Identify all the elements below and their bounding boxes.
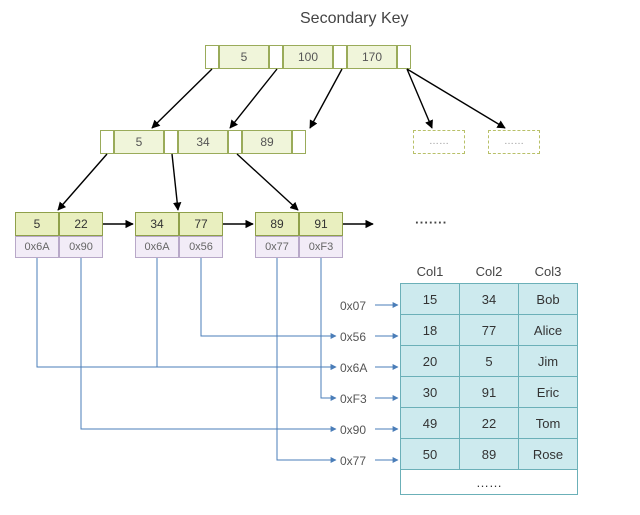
table-header-row: Col1 Col2 Col3 [401, 260, 578, 284]
int-gap [164, 130, 178, 154]
table-cell: 91 [460, 377, 519, 408]
table-cell: 50 [401, 439, 460, 470]
table-cell: 89 [460, 439, 519, 470]
int-gap [100, 130, 114, 154]
tree-leaf-node: 89 91 0x77 0xF3 [255, 212, 343, 258]
addr-label: 0x56 [340, 330, 366, 344]
data-table: Col1 Col2 Col3 15 34 Bob 18 77 Alice 20 … [400, 260, 578, 495]
leaf-key: 89 [255, 212, 299, 236]
root-gap [269, 45, 283, 69]
table-row: 49 22 Tom [401, 408, 578, 439]
table-cell: Bob [519, 284, 578, 315]
addr-label: 0x77 [340, 454, 366, 468]
table-cell: Rose [519, 439, 578, 470]
table-row-ellipsis: …… [401, 470, 578, 495]
diagram-title: Secondary Key [300, 10, 409, 28]
table-row: 50 89 Rose [401, 439, 578, 470]
tree-internal-node: 5 34 89 [100, 130, 306, 154]
tree-leaf-node: 5 22 0x6A 0x90 [15, 212, 103, 258]
leaf-ptr: 0x6A [135, 236, 179, 258]
table-cell: 22 [460, 408, 519, 439]
root-gap [333, 45, 347, 69]
root-key: 170 [347, 45, 397, 69]
table-row: 30 91 Eric [401, 377, 578, 408]
ghost-node: …… [488, 130, 540, 154]
table-cell: Tom [519, 408, 578, 439]
leaf-key: 91 [299, 212, 343, 236]
addr-label: 0xF3 [340, 392, 367, 406]
leaf-ellipsis: ∙∙∙∙∙∙∙ [415, 215, 447, 230]
leaf-key: 22 [59, 212, 103, 236]
addr-label: 0x90 [340, 423, 366, 437]
int-gap [292, 130, 306, 154]
int-gap [228, 130, 242, 154]
leaf-key: 77 [179, 212, 223, 236]
root-key: 5 [219, 45, 269, 69]
leaf-ptr: 0x56 [179, 236, 223, 258]
table-cell: 15 [401, 284, 460, 315]
int-key: 5 [114, 130, 164, 154]
root-gap [205, 45, 219, 69]
int-key: 34 [178, 130, 228, 154]
table-header: Col2 [460, 260, 519, 284]
root-gap [397, 45, 411, 69]
table-cell: 20 [401, 346, 460, 377]
tree-leaf-node: 34 77 0x6A 0x56 [135, 212, 223, 258]
table-cell: Jim [519, 346, 578, 377]
table-cell: 49 [401, 408, 460, 439]
table-cell: 18 [401, 315, 460, 346]
table-cell: 34 [460, 284, 519, 315]
table-cell: 77 [460, 315, 519, 346]
leaf-key: 34 [135, 212, 179, 236]
table-header: Col3 [519, 260, 578, 284]
addr-label: 0x07 [340, 299, 366, 313]
addr-label: 0x6A [340, 361, 367, 375]
table-cell: 5 [460, 346, 519, 377]
table-cell: Eric [519, 377, 578, 408]
table-header: Col1 [401, 260, 460, 284]
table-row: 18 77 Alice [401, 315, 578, 346]
ghost-node: …… [413, 130, 465, 154]
root-key: 100 [283, 45, 333, 69]
table-row: 15 34 Bob [401, 284, 578, 315]
leaf-ptr: 0x90 [59, 236, 103, 258]
leaf-ptr: 0x77 [255, 236, 299, 258]
table-row: 20 5 Jim [401, 346, 578, 377]
leaf-ptr: 0xF3 [299, 236, 343, 258]
int-key: 89 [242, 130, 292, 154]
leaf-ptr: 0x6A [15, 236, 59, 258]
table-cell: 30 [401, 377, 460, 408]
table-cell: Alice [519, 315, 578, 346]
leaf-key: 5 [15, 212, 59, 236]
table-ellipsis: …… [401, 470, 578, 495]
tree-root-node: 5 100 170 [205, 45, 411, 69]
